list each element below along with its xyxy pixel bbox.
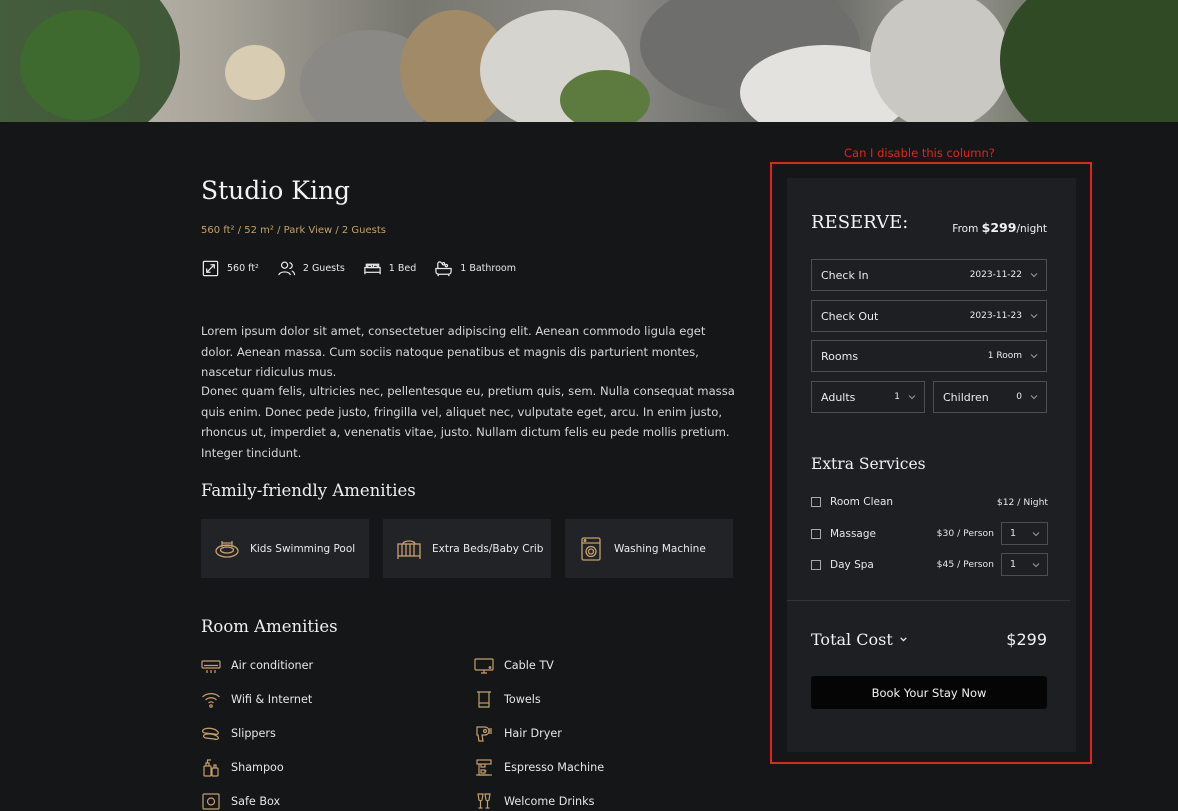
fact-guests: 2 Guests [277,259,345,278]
amenity-label: Shampoo [231,761,284,774]
room-facts: 560 ft² 2 Guests 1 Bed 1 Bathroom [201,259,516,278]
amenity-slippers: Slippers [201,724,313,743]
air-conditioner-icon [201,660,221,673]
amenity-safe-box: Safe Box [201,792,313,811]
amenity-label: Wifi & Internet [231,693,313,706]
family-amenities-heading: Family-friendly Amenities [201,481,416,500]
description-paragraph-1: Lorem ipsum dolor sit amet, consectetuer… [201,324,706,379]
shampoo-icon [203,759,219,777]
amenity-label: Air conditioner [231,659,314,672]
annotation-highlight-box [770,162,1092,764]
amenity-towels: Towels [474,690,604,709]
amenity-label: Hair Dryer [504,727,562,740]
room-amenities-left: Air conditioner Wifi & Internet Slippers… [201,656,313,811]
amenity-card-crib: Extra Beds/Baby Crib [383,519,551,578]
amenity-air-conditioner: Air conditioner [201,656,313,675]
safe-box-icon [202,793,220,810]
room-amenities-heading: Room Amenities [201,617,338,636]
washing-machine-icon [581,536,601,561]
amenity-card-pool: Kids Swimming Pool [201,519,369,578]
room-title: Studio King [201,176,351,205]
fact-guests-label: 2 Guests [302,263,345,274]
bathtub-icon [435,261,452,277]
amenity-welcome-drinks: Welcome Drinks [474,792,604,811]
amenity-wifi: Wifi & Internet [201,690,313,709]
drinks-icon [477,793,491,809]
amenity-card-label: Kids Swimming Pool [250,542,356,555]
amenity-card-washing-machine: Washing Machine [565,519,733,578]
amenity-label: Welcome Drinks [504,795,595,808]
guests-icon [278,261,296,276]
amenity-card-label: Extra Beds/Baby Crib [432,542,544,555]
amenity-hair-dryer: Hair Dryer [474,724,604,743]
fact-bed: 1 Bed [363,259,416,278]
bed-icon [364,263,381,275]
room-amenities-right: Cable TV Towels Hair Dryer Espresso Mach… [474,656,604,811]
pool-icon [215,540,239,558]
amenity-label: Espresso Machine [504,761,605,774]
hero-image [0,0,1178,122]
amenity-label: Cable TV [504,659,554,672]
amenity-shampoo: Shampoo [201,758,313,777]
amenity-label: Safe Box [231,795,281,808]
towel-icon [477,691,491,708]
fact-bed-label: 1 Bed [388,263,417,274]
fact-bathroom-label: 1 Bathroom [460,263,516,274]
amenity-label: Slippers [231,727,276,740]
amenity-label: Towels [504,693,541,706]
espresso-machine-icon [476,759,492,776]
room-subline: 560 ft² / 52 m² / Park View / 2 Guests [201,225,387,236]
annotation-label: Can I disable this column? [844,146,995,160]
tv-icon [474,658,494,674]
wifi-icon [202,693,220,708]
family-amenities-list: Kids Swimming Pool Extra Beds/Baby Crib … [201,519,733,578]
expand-icon [202,260,219,277]
fact-size: 560 ft² [201,259,259,278]
crib-icon [397,539,421,559]
amenity-card-label: Washing Machine [614,542,706,555]
fact-bathroom: 1 Bathroom [434,259,516,278]
slippers-icon [202,727,219,740]
amenity-espresso-machine: Espresso Machine [474,758,604,777]
description-paragraph-2: Donec quam felis, ultricies nec, pellent… [201,384,735,460]
hair-dryer-icon [476,726,492,742]
amenity-cable-tv: Cable TV [474,656,604,675]
fact-size-label: 560 ft² [227,263,259,274]
